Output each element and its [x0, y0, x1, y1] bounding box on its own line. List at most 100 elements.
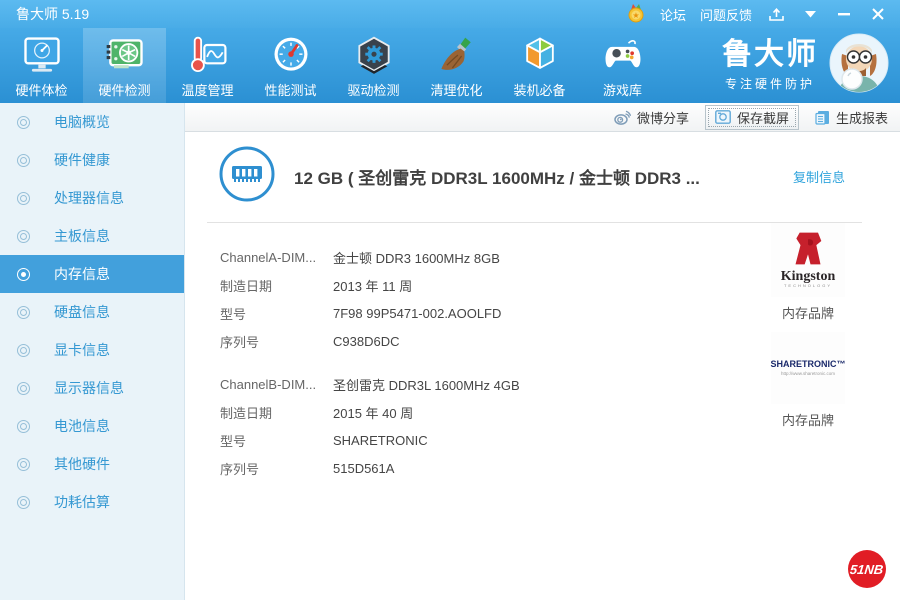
tab-label: 温度管理: [181, 80, 233, 99]
sharetronic-logo: SHARETRONIC™ http://www.sharetronic.com: [771, 332, 845, 404]
sidebar: 电脑概览 硬件健康 处理器信息 主板信息 内存信息 硬盘信息: [0, 103, 185, 600]
radio-icon: [17, 496, 30, 509]
tab-label: 硬件检测: [98, 80, 150, 99]
sidebar-item-hardware-health[interactable]: 硬件健康: [0, 141, 184, 179]
spec-label: 序列号: [220, 459, 333, 478]
share-upload-icon[interactable]: [766, 4, 786, 24]
spec-label: 型号: [220, 431, 333, 450]
radio-icon: [17, 116, 30, 129]
radio-icon: [17, 382, 30, 395]
sidebar-item-monitor-info[interactable]: 显示器信息: [0, 369, 184, 407]
brand-caption: 内存品牌: [771, 410, 845, 429]
forum-link[interactable]: 论坛: [660, 5, 686, 24]
memory-info-panel: 12 GB ( 圣创雷克 DDR3L 1600MHz / 金士顿 DDR3 ..…: [185, 132, 900, 600]
gauge-icon: [268, 33, 314, 79]
brand-logos-column: Kingston TECHNOLOGY 内存品牌 SHARETRONIC™ ht…: [771, 223, 845, 439]
close-button[interactable]: [868, 4, 888, 24]
spec-value: SHARETRONIC: [333, 433, 428, 448]
mascot-avatar[interactable]: [828, 32, 890, 99]
spec-label: ChannelA-DIM...: [220, 250, 333, 265]
tab-label: 驱动检测: [347, 80, 399, 99]
medal-icon[interactable]: ★: [626, 4, 646, 24]
tab-label: 游戏库: [603, 80, 642, 99]
brand-caption: 内存品牌: [771, 303, 845, 322]
radio-icon: [17, 306, 30, 319]
report-icon: [815, 110, 830, 125]
spec-label: 序列号: [220, 332, 333, 351]
action-bar: 微博分享 保存截屏 生成报表: [185, 103, 900, 132]
tab-driver-detect[interactable]: 驱动检测: [332, 28, 415, 103]
radio-icon: [17, 420, 30, 433]
spec-value: 7F98 99P5471-002.AOOLFD: [333, 306, 501, 321]
sidebar-item-computer-overview[interactable]: 电脑概览: [0, 103, 184, 141]
monitor-checkup-icon: [19, 33, 65, 79]
tab-cleanup[interactable]: 清理优化: [415, 28, 498, 103]
sidebar-item-memory-info[interactable]: 内存信息: [0, 255, 184, 293]
thermometer-icon: [185, 33, 231, 79]
tab-essentials[interactable]: 装机必备: [498, 28, 581, 103]
spec-label: ChannelB-DIM...: [220, 377, 333, 392]
svg-text:★: ★: [632, 11, 639, 20]
menu-caret-icon[interactable]: [800, 4, 820, 24]
sidebar-item-gpu-info[interactable]: 显卡信息: [0, 331, 184, 369]
radio-icon: [17, 458, 30, 471]
gamepad-icon: [600, 33, 646, 79]
tab-label: 性能测试: [264, 80, 316, 99]
brand-area: 鲁大师 专注硬件防护: [722, 28, 900, 103]
gpu-card-icon: [102, 33, 148, 79]
tab-benchmark[interactable]: 性能测试: [249, 28, 332, 103]
broom-icon: [434, 33, 480, 79]
spec-value: 金士顿 DDR3 1600MHz 8GB: [333, 248, 500, 267]
tab-hardware-checkup[interactable]: 硬件体检: [0, 28, 83, 103]
sidebar-item-cpu-info[interactable]: 处理器信息: [0, 179, 184, 217]
app-title: 鲁大师 5.19: [16, 4, 89, 24]
radio-icon: [17, 192, 30, 205]
spec-value: 515D561A: [333, 461, 394, 476]
generate-report-button[interactable]: 生成报表: [815, 108, 888, 127]
spec-value: 2013 年 11 周: [333, 276, 412, 295]
sidebar-item-disk-info[interactable]: 硬盘信息: [0, 293, 184, 331]
app-window: 鲁大师 5.19 ★ 论坛 问题反馈: [0, 0, 900, 600]
camera-icon: [715, 110, 731, 124]
save-screenshot-button[interactable]: 保存截屏: [705, 105, 799, 130]
kingston-head-icon: [788, 231, 828, 271]
brand-slogan: 专注硬件防护: [722, 75, 818, 92]
memory-summary-title: 12 GB ( 圣创雷克 DDR3L 1600MHz / 金士顿 DDR3 ..…: [294, 164, 700, 189]
tab-temperature[interactable]: 温度管理: [166, 28, 249, 103]
weibo-share-button[interactable]: 微博分享: [614, 108, 689, 127]
tab-label: 清理优化: [430, 80, 482, 99]
radio-icon: [17, 230, 30, 243]
feedback-link[interactable]: 问题反馈: [700, 5, 752, 24]
tab-game-library[interactable]: 游戏库: [581, 28, 664, 103]
spec-label: 制造日期: [220, 276, 333, 295]
51nb-watermark-logo: 51NB: [848, 550, 886, 588]
radio-icon: [17, 344, 30, 357]
brand-logo-text: 鲁大师: [722, 39, 818, 71]
spec-value: 圣创雷克 DDR3L 1600MHz 4GB: [333, 375, 520, 394]
radio-icon: [17, 154, 30, 167]
sidebar-item-other-hardware[interactable]: 其他硬件: [0, 445, 184, 483]
spec-label: 型号: [220, 304, 333, 323]
copy-info-link[interactable]: 复制信息: [793, 167, 845, 186]
radio-icon-selected: [17, 268, 30, 281]
kingston-logo: Kingston TECHNOLOGY: [771, 223, 845, 297]
spec-row: 序列号 515D561A: [220, 454, 900, 482]
gear-hexagon-icon: [351, 33, 397, 79]
tab-hardware-detect[interactable]: 硬件检测: [83, 28, 166, 103]
minimize-button[interactable]: [834, 4, 854, 24]
titlebar: 鲁大师 5.19 ★ 论坛 问题反馈: [0, 0, 900, 28]
main-toolbar: 硬件体检: [0, 28, 900, 103]
memory-circle-icon: [218, 145, 276, 208]
sidebar-item-power-estimate[interactable]: 功耗估算: [0, 483, 184, 521]
tab-label: 硬件体检: [15, 80, 67, 99]
spec-value: C938D6DC: [333, 334, 399, 349]
sidebar-item-battery-info[interactable]: 电池信息: [0, 407, 184, 445]
divider: [207, 222, 862, 223]
sidebar-item-motherboard-info[interactable]: 主板信息: [0, 217, 184, 255]
panel-header: 12 GB ( 圣创雷克 DDR3L 1600MHz / 金士顿 DDR3 ..…: [185, 132, 900, 212]
spec-label: 制造日期: [220, 403, 333, 422]
cube-icon: [517, 33, 563, 79]
spec-value: 2015 年 40 周: [333, 403, 413, 422]
weibo-icon: [614, 110, 631, 125]
tab-label: 装机必备: [513, 80, 565, 99]
